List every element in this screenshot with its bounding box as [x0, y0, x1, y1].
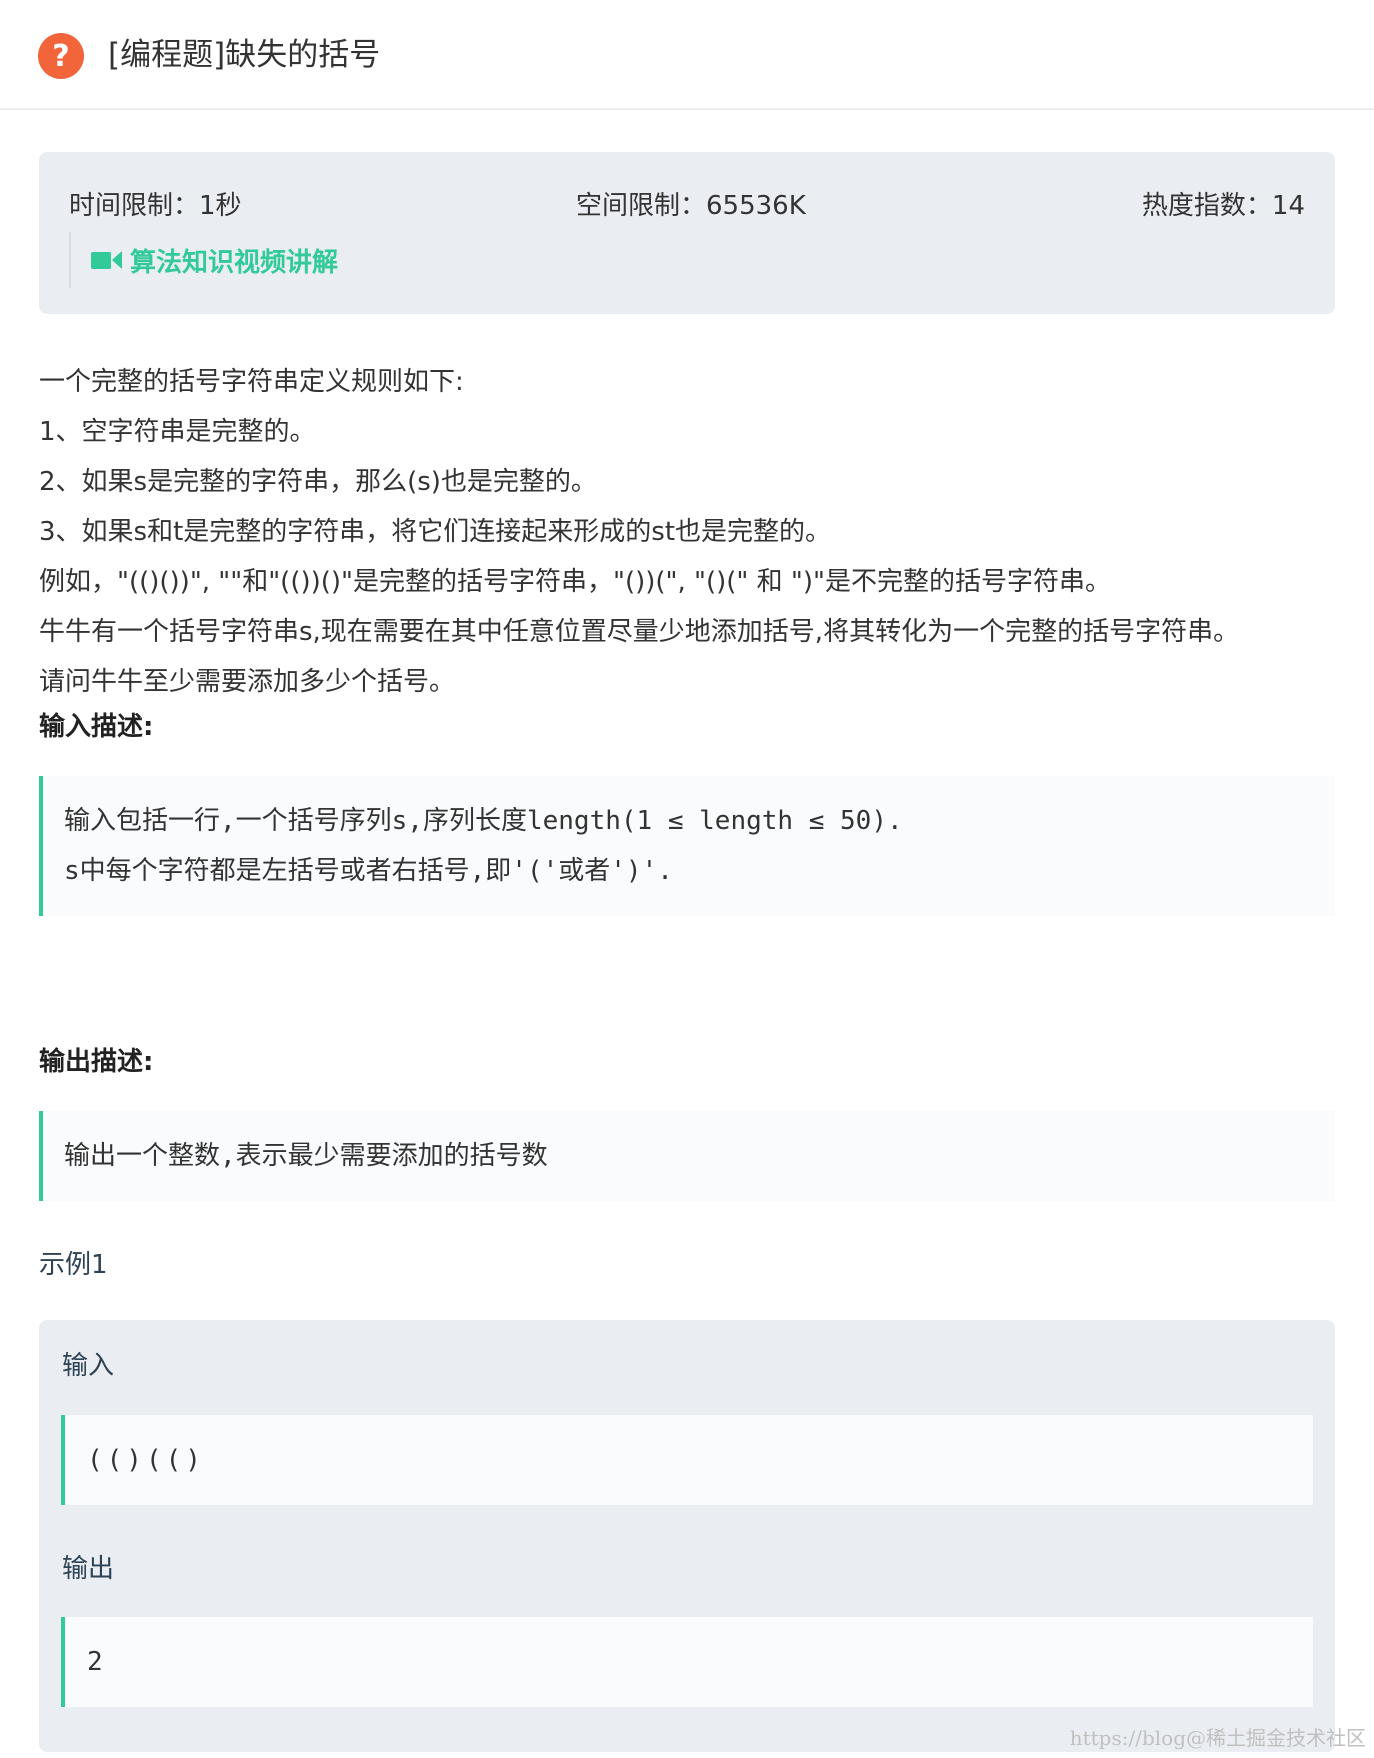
description-line: 3、如果s和t是完整的字符串，将它们连接起来形成的st也是完整的。 [39, 517, 832, 547]
example-output-label: 输出 [62, 1554, 115, 1584]
watermark: https://blog@稀土掘金技术社区 [1069, 1726, 1366, 1750]
video-lecture-link[interactable]: 算法知识视频讲解 [69, 232, 338, 288]
time-limit: 时间限制：1秒 [69, 191, 242, 221]
example-title: 示例1 [39, 1250, 108, 1280]
video-camera-icon [91, 251, 122, 269]
problem-header: ? [编程题]缺失的括号 [0, 0, 1374, 110]
input-description-block: 输入包括一行,一个括号序列s,序列长度length(1 ≤ length ≤ 5… [39, 776, 1335, 916]
example-input-label: 输入 [62, 1351, 115, 1381]
input-description-title: 输入描述: [39, 712, 154, 742]
problem-description: 一个完整的括号字符串定义规则如下: 1、空字符串是完整的。 2、如果s是完整的字… [39, 357, 1339, 707]
description-line: 牛牛有一个括号字符串s,现在需要在其中任意位置尽量少地添加括号,将其转化为一个完… [39, 617, 1240, 647]
question-circle-icon: ? [38, 33, 84, 79]
description-line: 2、如果s是完整的字符串，那么(s)也是完整的。 [39, 467, 597, 497]
heat-index: 热度指数：14 [1141, 191, 1305, 221]
description-line: 例如，"(()())", ""和"(())()"是完整的括号字符串，"())("… [39, 567, 1111, 597]
input-description-line: s中每个字符都是左括号或者右括号,即'('或者')'. [64, 856, 673, 886]
video-lecture-label: 算法知识视频讲解 [130, 247, 339, 278]
description-line: 1、空字符串是完整的。 [39, 417, 316, 447]
problem-title: [编程题]缺失的括号 [108, 37, 381, 73]
output-description-line: 输出一个整数,表示最少需要添加的括号数 [64, 1141, 548, 1171]
output-description-block: 输出一个整数,表示最少需要添加的括号数 [39, 1111, 1335, 1201]
memory-limit: 空间限制：65536K [576, 191, 806, 221]
output-description-title: 输出描述: [39, 1047, 154, 1077]
limits-panel: 时间限制：1秒 空间限制：65536K 热度指数：14 算法知识视频讲解 [39, 152, 1335, 314]
example-output-value: 2 [61, 1617, 1313, 1707]
description-line: 请问牛牛至少需要添加多少个括号。 [39, 667, 456, 697]
description-line: 一个完整的括号字符串定义规则如下: [39, 367, 464, 397]
example-input-value: (()(() [61, 1415, 1313, 1505]
input-description-line: 输入包括一行,一个括号序列s,序列长度length(1 ≤ length ≤ 5… [64, 806, 903, 836]
example-panel: 输入 (()(() 输出 2 [39, 1320, 1335, 1752]
